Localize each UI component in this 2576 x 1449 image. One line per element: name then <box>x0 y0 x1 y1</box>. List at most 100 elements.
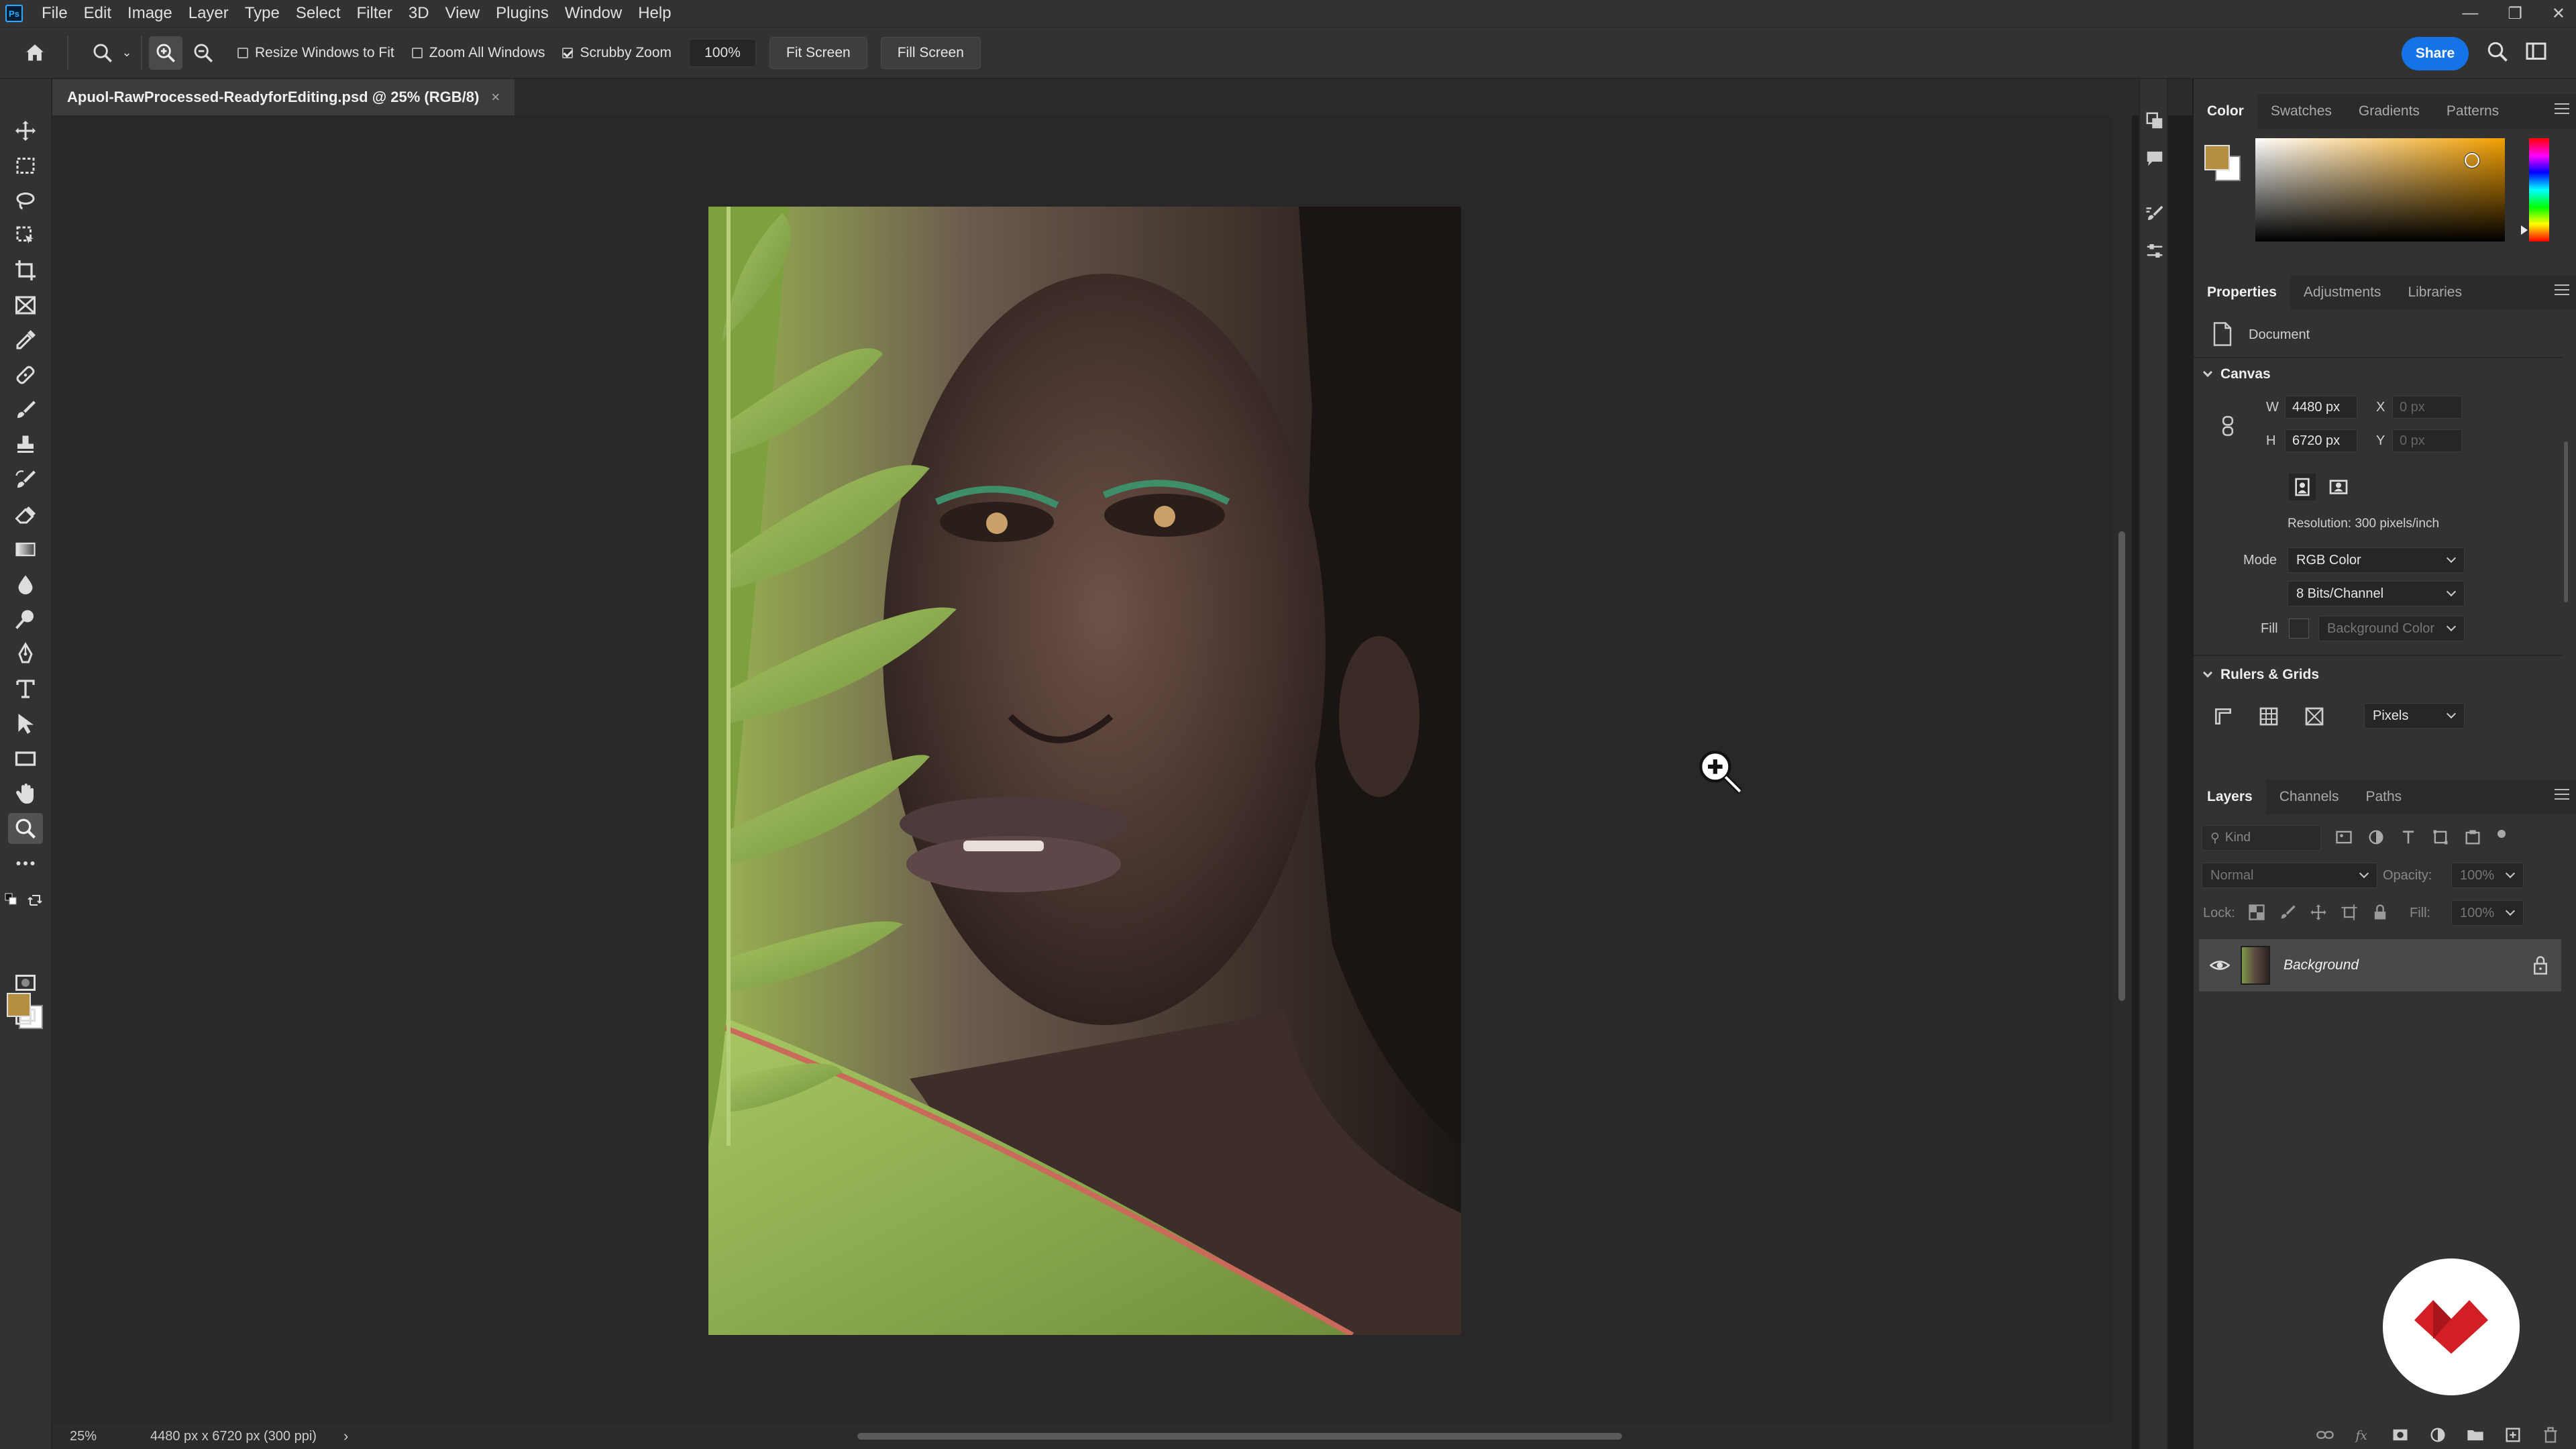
brush-icon[interactable] <box>8 394 43 425</box>
fit-screen-button[interactable]: Fit Screen <box>769 36 867 69</box>
layer-thumbnail[interactable] <box>2241 946 2270 985</box>
close-icon[interactable]: × <box>491 89 500 106</box>
type-icon[interactable] <box>8 674 43 704</box>
color-picker-field[interactable] <box>2255 138 2505 241</box>
landscape-orientation-icon[interactable] <box>2325 474 2352 500</box>
lock-pixels-icon[interactable] <box>2278 903 2297 922</box>
bit-depth-dropdown[interactable]: 8 Bits/Channel <box>2288 581 2465 606</box>
x-field[interactable]: 0 px <box>2392 396 2462 419</box>
hand-icon[interactable] <box>8 778 43 809</box>
chevron-down-icon[interactable] <box>2202 667 2213 678</box>
type-layer-filter-icon[interactable] <box>2399 828 2418 847</box>
comments-panel-icon[interactable] <box>2143 146 2167 170</box>
zoom-out-icon[interactable] <box>186 36 220 70</box>
checkbox-box[interactable] <box>237 47 248 58</box>
menu-select[interactable]: Select <box>296 4 341 23</box>
healing-icon[interactable] <box>8 360 43 390</box>
history-brush-icon[interactable] <box>8 464 43 495</box>
shape-layer-filter-icon[interactable] <box>2431 828 2450 847</box>
tab-paths[interactable]: Paths <box>2352 780 2415 814</box>
menu-image[interactable]: Image <box>127 4 172 23</box>
menu-type[interactable]: Type <box>245 4 280 23</box>
lock-all-icon[interactable] <box>2371 903 2390 922</box>
scrubby-zoom-checkbox[interactable]: Scrubby Zoom <box>562 45 672 61</box>
checkbox-box[interactable] <box>411 47 423 58</box>
ruler-icon[interactable] <box>2210 703 2237 730</box>
tab-patterns[interactable]: Patterns <box>2433 94 2512 129</box>
ruler-units-dropdown[interactable]: Pixels <box>2364 703 2465 729</box>
document-canvas-image[interactable] <box>708 207 1461 1335</box>
zoom-in-icon[interactable] <box>149 36 182 70</box>
tab-libraries[interactable]: Libraries <box>2394 275 2475 310</box>
delete-layer-icon[interactable] <box>2541 1426 2560 1444</box>
menu-help[interactable]: Help <box>638 4 671 23</box>
menu-file[interactable]: File <box>42 4 68 23</box>
brush-settings-panel-icon[interactable] <box>2143 201 2167 225</box>
link-dimensions-icon[interactable] <box>2220 415 2235 437</box>
zoom-icon[interactable] <box>8 813 43 844</box>
fill-screen-button[interactable]: Fill Screen <box>880 36 981 69</box>
properties-scrollbar[interactable] <box>2561 361 2571 683</box>
lock-transparent-icon[interactable] <box>2247 903 2266 922</box>
lock-artboard-icon[interactable] <box>2340 903 2359 922</box>
pen-icon[interactable] <box>8 639 43 669</box>
smart-object-filter-icon[interactable] <box>2463 828 2482 847</box>
vertical-scrollbar[interactable] <box>2112 115 2132 1424</box>
restore-icon[interactable]: ❐ <box>2508 4 2522 23</box>
minimize-icon[interactable]: — <box>2462 4 2478 23</box>
layer-row[interactable]: Background <box>2199 939 2561 991</box>
menu-filter[interactable]: Filter <box>357 4 392 23</box>
color-panel-foreground-swatch[interactable] <box>2204 145 2230 170</box>
status-zoom-level[interactable]: 25% <box>70 1429 130 1444</box>
share-button[interactable]: Share <box>2402 37 2469 70</box>
layer-filter-kind-dropdown[interactable]: ⚲ Kind <box>2202 825 2321 851</box>
zoom-tool-preset-icon[interactable] <box>86 38 119 68</box>
vertical-scrollbar-thumb[interactable] <box>2118 531 2125 1001</box>
fill-opacity-field[interactable]: 100% <box>2451 900 2524 926</box>
tab-swatches[interactable]: Swatches <box>2257 94 2345 129</box>
menu-edit[interactable]: Edit <box>84 4 111 23</box>
add-mask-icon[interactable] <box>2391 1426 2410 1444</box>
status-menu-arrow[interactable]: › <box>343 1428 348 1445</box>
move-icon[interactable] <box>8 115 43 146</box>
dodge-icon[interactable] <box>8 604 43 635</box>
panel-menu-icon[interactable] <box>2555 284 2569 298</box>
workspace-icon[interactable] <box>2525 41 2565 65</box>
tab-color[interactable]: Color <box>2194 94 2257 129</box>
pixel-layer-filter-icon[interactable] <box>2334 828 2353 847</box>
y-field[interactable]: 0 px <box>2392 429 2462 452</box>
document-tab[interactable]: Apuol-RawProcessed-ReadyforEditing.psd @… <box>52 79 515 115</box>
canvas-section-header[interactable]: Canvas <box>2202 366 2271 382</box>
tab-channels[interactable]: Channels <box>2266 780 2353 814</box>
path-select-icon[interactable] <box>8 708 43 739</box>
menu-view[interactable]: View <box>445 4 480 23</box>
rulers-grids-section-header[interactable]: Rulers & Grids <box>2202 667 2319 683</box>
menu-3d[interactable]: 3D <box>409 4 429 23</box>
foreground-color-swatch[interactable] <box>7 993 31 1017</box>
new-layer-icon[interactable] <box>2504 1426 2522 1444</box>
history-panel-icon[interactable] <box>2143 109 2167 133</box>
menu-window[interactable]: Window <box>565 4 622 23</box>
panel-menu-icon[interactable] <box>2555 103 2569 117</box>
crop-icon[interactable] <box>8 255 43 286</box>
search-icon[interactable] <box>2485 40 2512 66</box>
new-group-icon[interactable] <box>2466 1426 2485 1444</box>
layer-effects-icon[interactable]: fx <box>2353 1426 2372 1444</box>
canvas-area[interactable] <box>52 115 2125 1424</box>
lasso-icon[interactable] <box>8 185 43 216</box>
blur-icon[interactable] <box>8 569 43 600</box>
grid-icon[interactable] <box>2255 703 2282 730</box>
color-picker-ring[interactable] <box>2465 153 2479 168</box>
default-colors-icon[interactable] <box>4 892 20 908</box>
filter-toggle-icon[interactable] <box>2496 828 2508 840</box>
adjustment-layer-icon[interactable] <box>2428 1426 2447 1444</box>
blend-mode-dropdown[interactable]: Normal <box>2202 863 2377 888</box>
guides-icon[interactable] <box>2301 703 2328 730</box>
adjustment-layer-filter-icon[interactable] <box>2367 828 2385 847</box>
height-field[interactable]: 6720 px <box>2285 429 2357 452</box>
link-layers-icon[interactable] <box>2316 1426 2334 1444</box>
properties-scrollbar-thumb[interactable] <box>2564 441 2568 602</box>
fill-dropdown[interactable]: Background Color <box>2318 616 2465 641</box>
tab-properties[interactable]: Properties <box>2194 275 2290 310</box>
mode-dropdown[interactable]: RGB Color <box>2288 547 2465 573</box>
